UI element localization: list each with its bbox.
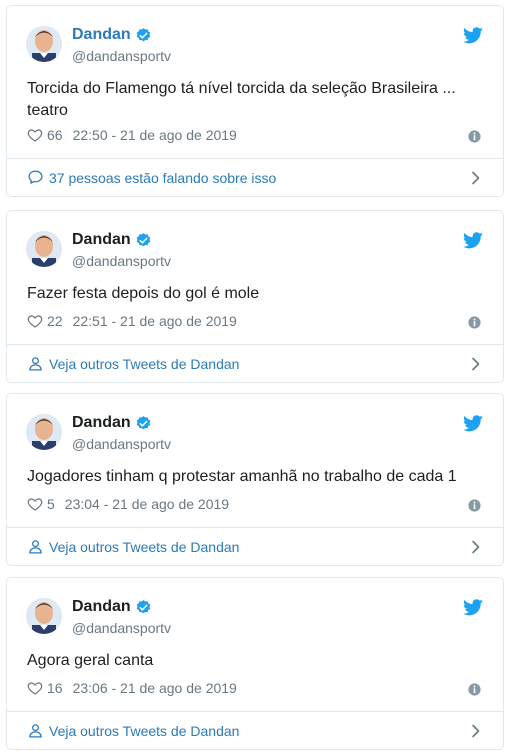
author-name-label[interactable]: Dandan bbox=[72, 230, 131, 250]
more-tweets-link[interactable]: Veja outros Tweets de Dandan bbox=[7, 344, 503, 382]
author-name-label[interactable]: Dandan bbox=[72, 597, 131, 617]
tweet-meta: 66 22:50 - 21 de ago de 2019 bbox=[27, 126, 237, 144]
tweet-timestamp[interactable]: 23:06 - 21 de ago de 2019 bbox=[73, 679, 237, 697]
tweet-body: Dandan @dandansportv Jogadores tinham q … bbox=[7, 394, 503, 527]
author-handle[interactable]: @dandansportv bbox=[72, 619, 171, 637]
like-count[interactable]: 16 bbox=[47, 679, 63, 697]
avatar[interactable] bbox=[26, 26, 62, 62]
tweet-body: Dandan @dandansportv Fazer festa depois … bbox=[7, 211, 503, 344]
author-handle[interactable]: @dandansportv bbox=[72, 252, 171, 270]
twitter-bird-icon[interactable] bbox=[463, 232, 483, 249]
person-icon bbox=[29, 724, 42, 738]
tweet-card: Dandan @dandansportv Torcida do Flamengo… bbox=[6, 5, 504, 197]
like-count[interactable]: 22 bbox=[47, 312, 63, 330]
tweet-body: Dandan @dandansportv Agora geral canta 1… bbox=[7, 578, 503, 711]
tweet-text: Fazer festa depois do gol é mole bbox=[27, 285, 260, 302]
heart-icon[interactable] bbox=[27, 127, 43, 143]
author-name-label[interactable]: Dandan bbox=[72, 25, 131, 45]
verified-badge-icon bbox=[136, 27, 150, 41]
author-name[interactable]: Dandan bbox=[72, 413, 152, 433]
tweet-timestamp[interactable]: 22:50 - 21 de ago de 2019 bbox=[73, 126, 237, 144]
author-name[interactable]: Dandan bbox=[72, 25, 152, 45]
info-icon[interactable] bbox=[468, 130, 481, 143]
chevron-right-icon bbox=[472, 540, 480, 554]
tweet-text: Agora geral canta bbox=[27, 652, 154, 669]
info-icon[interactable] bbox=[468, 683, 481, 696]
more-tweets-link-label[interactable]: Veja outros Tweets de Dandan bbox=[49, 356, 239, 372]
info-icon[interactable] bbox=[468, 316, 481, 329]
info-icon[interactable] bbox=[468, 499, 481, 512]
tweet-meta: 5 23:04 - 21 de ago de 2019 bbox=[27, 495, 229, 513]
tweet-text: Torcida do Flamengo tá nível torcida da … bbox=[27, 80, 456, 119]
tweet-card: Dandan @dandansportv Jogadores tinham q … bbox=[6, 393, 504, 566]
heart-icon[interactable] bbox=[27, 496, 43, 512]
avatar[interactable] bbox=[26, 598, 62, 634]
chevron-right-icon bbox=[472, 171, 480, 185]
tweet-timestamp[interactable]: 22:51 - 21 de ago de 2019 bbox=[73, 312, 237, 330]
like-count[interactable]: 5 bbox=[47, 495, 55, 513]
more-tweets-link-label[interactable]: Veja outros Tweets de Dandan bbox=[49, 723, 239, 739]
tweet-text: Jogadores tinham q protestar amanhã no t… bbox=[27, 468, 457, 485]
twitter-bird-icon[interactable] bbox=[463, 415, 483, 432]
chevron-right-icon bbox=[472, 357, 480, 371]
avatar[interactable] bbox=[26, 231, 62, 267]
more-tweets-link-label[interactable]: Veja outros Tweets de Dandan bbox=[49, 539, 239, 555]
more-tweets-link[interactable]: Veja outros Tweets de Dandan bbox=[7, 527, 503, 565]
author-handle[interactable]: @dandansportv bbox=[72, 435, 171, 453]
author-name[interactable]: Dandan bbox=[72, 230, 152, 250]
person-icon bbox=[29, 357, 42, 371]
like-count[interactable]: 66 bbox=[47, 126, 63, 144]
author-handle[interactable]: @dandansportv bbox=[72, 47, 171, 65]
verified-badge-icon bbox=[136, 599, 150, 613]
twitter-bird-icon[interactable] bbox=[463, 27, 483, 44]
avatar[interactable] bbox=[26, 414, 62, 450]
verified-badge-icon bbox=[136, 415, 150, 429]
heart-icon[interactable] bbox=[27, 313, 43, 329]
author-name[interactable]: Dandan bbox=[72, 597, 152, 617]
tweet-meta: 16 23:06 - 21 de ago de 2019 bbox=[27, 679, 237, 697]
twitter-bird-icon[interactable] bbox=[463, 599, 483, 616]
heart-icon[interactable] bbox=[27, 680, 43, 696]
tweet-card: Dandan @dandansportv Agora geral canta 1… bbox=[6, 577, 504, 750]
conversation-link[interactable]: 37 pessoas estão falando sobre isso bbox=[7, 158, 503, 196]
tweet-meta: 22 22:51 - 21 de ago de 2019 bbox=[27, 312, 237, 330]
more-tweets-link[interactable]: Veja outros Tweets de Dandan bbox=[7, 711, 503, 749]
tweet-body: Dandan @dandansportv Torcida do Flamengo… bbox=[7, 6, 503, 158]
verified-badge-icon bbox=[136, 232, 150, 246]
chevron-right-icon bbox=[472, 724, 480, 738]
person-icon bbox=[29, 540, 42, 554]
author-name-label[interactable]: Dandan bbox=[72, 413, 131, 433]
tweet-timestamp[interactable]: 23:04 - 21 de ago de 2019 bbox=[65, 495, 229, 513]
tweet-card: Dandan @dandansportv Fazer festa depois … bbox=[6, 210, 504, 383]
conversation-link-label[interactable]: 37 pessoas estão falando sobre isso bbox=[49, 170, 276, 186]
speech-bubble-icon bbox=[28, 170, 43, 184]
